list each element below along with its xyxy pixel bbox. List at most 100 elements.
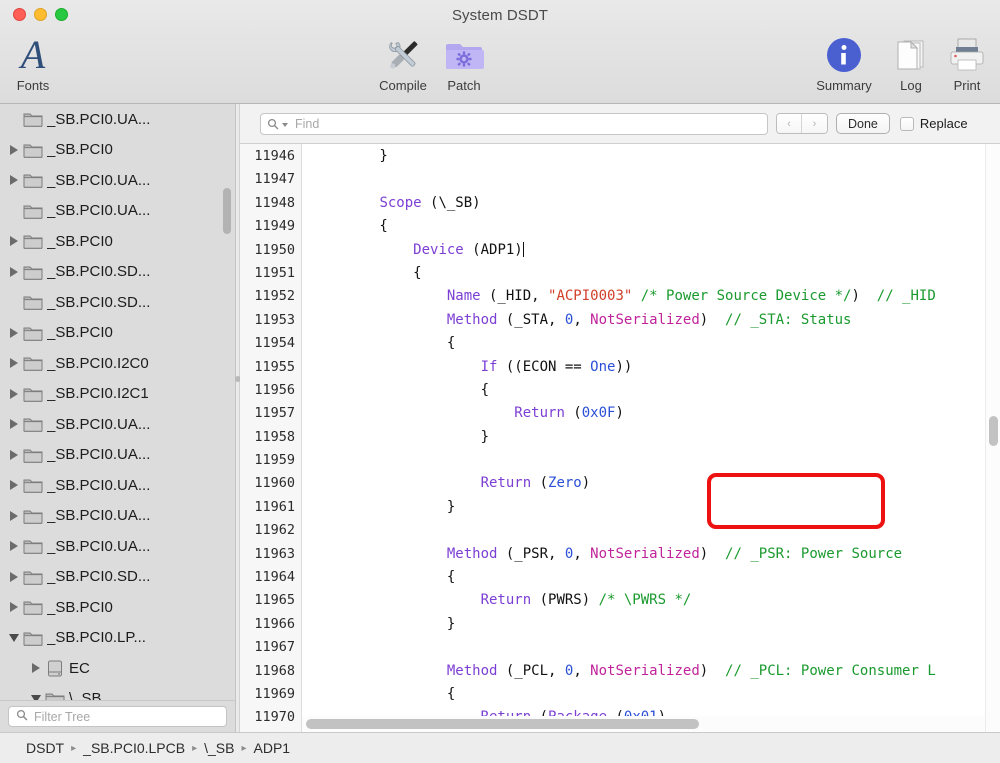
code-line[interactable]: {	[312, 215, 1000, 238]
breadcrumb-item[interactable]: _SB.PCI0.LPCB	[83, 740, 185, 756]
disclosure-triangle-right-icon[interactable]	[6, 449, 22, 460]
fonts-button[interactable]: A Fonts	[0, 34, 68, 94]
code-editor[interactable]: 11946 11947 11948 11949 11950 11951 11952 11953…	[240, 144, 1000, 732]
code-line[interactable]: Method (_PSR, 0, NotSerialized) // _PSR:…	[312, 543, 1000, 566]
print-button[interactable]: Print	[932, 34, 1000, 93]
disclosure-triangle-right-icon[interactable]	[6, 510, 22, 521]
editor-vertical-scrollbar[interactable]	[985, 144, 1000, 732]
disclosure-triangle-right-icon[interactable]	[6, 541, 22, 552]
tree-item-ec[interactable]: EC	[0, 653, 235, 684]
code-line[interactable]: }	[312, 496, 1000, 519]
breadcrumb-item[interactable]: ADP1	[254, 740, 291, 756]
editor-horizontal-scrollbar-thumb[interactable]	[306, 719, 699, 729]
find-previous-button[interactable]: ‹	[777, 114, 802, 133]
disclosure-triangle-right-icon[interactable]	[6, 480, 22, 491]
tree-item-sb-pci0-ua[interactable]: _SB.PCI0.UA...	[0, 165, 235, 196]
code-line[interactable]: }	[312, 426, 1000, 449]
tree-item-label: _SB.PCI0.UA...	[47, 507, 151, 525]
code-token-pln: )	[851, 288, 877, 305]
replace-checkbox[interactable]	[899, 116, 914, 131]
search-input[interactable]: Find	[260, 112, 768, 135]
find-bar: Find ‹ › Done Replace	[240, 104, 1000, 144]
patch-button[interactable]: Patch	[429, 34, 499, 93]
tree-item-sb-pci0-ua[interactable]: _SB.PCI0.UA...	[0, 470, 235, 501]
tree-item-sb-pci0-lp[interactable]: _SB.PCI0.LP...	[0, 623, 235, 654]
tree-item-sb-pci0-i2c1[interactable]: _SB.PCI0.I2C1	[0, 379, 235, 410]
summary-info-icon	[809, 34, 879, 76]
find-done-button[interactable]: Done	[836, 113, 890, 134]
breadcrumb-item[interactable]: \_SB	[204, 740, 234, 756]
tree-item-sb-pci0[interactable]: _SB.PCI0	[0, 135, 235, 166]
tree-item-sb-pci0[interactable]: _SB.PCI0	[0, 226, 235, 257]
code-line[interactable]: Return (PWRS) /* \PWRS */	[312, 589, 1000, 612]
tree-item-sb-pci0-ua[interactable]: _SB.PCI0.UA...	[0, 531, 235, 562]
tree-item-label: _SB.PCI0.I2C1	[47, 385, 149, 403]
disclosure-triangle-right-icon[interactable]	[6, 571, 22, 582]
code-line[interactable]: Name (_HID, "ACPI0003" /* Power Source D…	[312, 285, 1000, 308]
code-token-pln: )	[699, 545, 726, 562]
code-line[interactable]: {	[312, 683, 1000, 706]
tree-item-sb-pci0-sd[interactable]: _SB.PCI0.SD...	[0, 257, 235, 288]
line-number: 11946	[254, 148, 295, 164]
tree-item-sb-pci0[interactable]: _SB.PCI0	[0, 318, 235, 349]
code-line[interactable]: Return (0x0F)	[312, 402, 1000, 425]
replace-toggle[interactable]: Replace	[899, 116, 968, 131]
find-navigation-segmented-control[interactable]: ‹ ›	[776, 113, 828, 134]
code-line[interactable]: Device (ADP1)	[312, 239, 1000, 262]
tree-item-sb-pci0-ua[interactable]: _SB.PCI0.UA...	[0, 501, 235, 532]
disclosure-triangle-right-icon[interactable]	[6, 388, 22, 399]
disclosure-triangle-right-icon[interactable]	[6, 266, 22, 277]
line-number: 11949	[254, 218, 295, 235]
code-line[interactable]: Method (_PCL, 0, NotSerialized) // _PCL:…	[312, 660, 1000, 683]
code-line[interactable]	[312, 636, 1000, 659]
editor-vertical-scrollbar-thumb[interactable]	[989, 416, 998, 446]
code-line[interactable]: {	[312, 262, 1000, 285]
disclosure-triangle-down-icon[interactable]	[6, 633, 22, 642]
tree-item-sb-pci0[interactable]: _SB.PCI0	[0, 592, 235, 623]
filter-tree-input[interactable]: Filter Tree	[8, 706, 227, 727]
code-line[interactable]: Scope (\_SB)	[312, 192, 1000, 215]
tree-item-sb-pci0-i2c0[interactable]: _SB.PCI0.I2C0	[0, 348, 235, 379]
disclosure-triangle-right-icon[interactable]	[6, 236, 22, 247]
code-line[interactable]: Method (_STA, 0, NotSerialized) // _STA:…	[312, 309, 1000, 332]
folder-icon	[22, 416, 44, 433]
code-token-pln: {	[312, 381, 490, 398]
disclosure-triangle-right-icon[interactable]	[28, 663, 44, 674]
search-scope-chevron-down-icon[interactable]	[282, 122, 288, 127]
code-line[interactable]: {	[312, 332, 1000, 355]
disclosure-triangle-right-icon[interactable]	[6, 358, 22, 369]
code-line[interactable]: }	[312, 145, 1000, 168]
code-line[interactable]: {	[312, 566, 1000, 589]
tree-item-sb-pci0-sd[interactable]: _SB.PCI0.SD...	[0, 562, 235, 593]
editor-horizontal-scrollbar[interactable]	[302, 716, 985, 732]
compile-button[interactable]: Compile	[368, 34, 438, 93]
disclosure-triangle-right-icon[interactable]	[6, 175, 22, 186]
sidebar-scrollbar-thumb[interactable]	[223, 188, 231, 234]
breadcrumb-item[interactable]: DSDT	[26, 740, 64, 756]
find-next-button[interactable]: ›	[802, 114, 827, 133]
code-line[interactable]	[312, 519, 1000, 542]
disclosure-triangle-right-icon[interactable]	[6, 602, 22, 613]
line-number: 11957	[254, 405, 295, 422]
window-title: System DSDT	[451, 7, 549, 24]
tree-item-sb-pci0-ua[interactable]: _SB.PCI0.UA...	[0, 409, 235, 440]
disclosure-triangle-right-icon[interactable]	[6, 327, 22, 338]
code-line[interactable]	[312, 168, 1000, 191]
disclosure-triangle-down-icon[interactable]	[28, 694, 44, 700]
tree-item-sb-pci0-ua[interactable]: _SB.PCI0.UA...	[0, 104, 235, 135]
tree-item-sb[interactable]: \_SB	[0, 684, 235, 700]
tree-item-sb-pci0-ua[interactable]: _SB.PCI0.UA...	[0, 196, 235, 227]
tree-item-label: _SB.PCI0.UA...	[47, 537, 151, 555]
code-line[interactable]: Return (Zero)	[312, 472, 1000, 495]
code-line[interactable]: {	[312, 379, 1000, 402]
disclosure-triangle-right-icon[interactable]	[6, 419, 22, 430]
code-content[interactable]: } Scope (\_SB) { Device (ADP1) { Name (_…	[302, 144, 1000, 732]
tree-item-sb-pci0-sd[interactable]: _SB.PCI0.SD...	[0, 287, 235, 318]
code-line[interactable]	[312, 449, 1000, 472]
disclosure-triangle-right-icon[interactable]	[6, 144, 22, 155]
code-line[interactable]: If ((ECON == One))	[312, 356, 1000, 379]
summary-button[interactable]: Summary	[809, 34, 879, 93]
acpi-tree[interactable]: _SB.PCI0.UA... _SB.PCI0 _SB.PCI0.UA... _SB.…	[0, 104, 235, 700]
tree-item-sb-pci0-ua[interactable]: _SB.PCI0.UA...	[0, 440, 235, 471]
code-line[interactable]: }	[312, 613, 1000, 636]
